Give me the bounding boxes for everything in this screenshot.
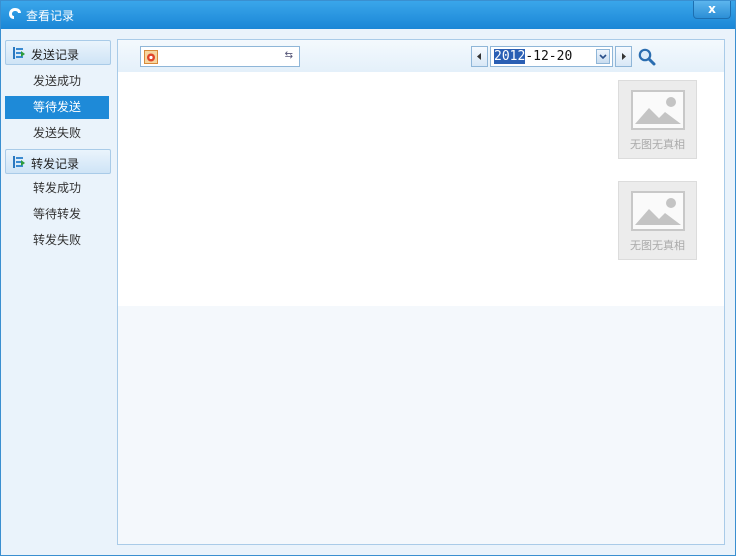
date-dropdown-button[interactable] <box>596 49 610 64</box>
date-value[interactable]: 2012-12-20 <box>494 49 572 64</box>
chevron-down-icon <box>599 54 607 60</box>
placeholder-caption: 无图无真相 <box>630 138 685 151</box>
title-bar[interactable]: 查看记录 x <box>1 1 735 29</box>
right-arrow-icon <box>622 53 626 60</box>
records-panel: ⇆ 2012-12-20 无图无真相 无图无真相 <box>117 39 725 545</box>
date-month-day: -12-20 <box>525 49 573 64</box>
date-year-selection: 2012 <box>494 49 526 64</box>
group-header-forwarded[interactable]: 转发记录 <box>5 149 111 174</box>
view-records-window: 查看记录 x 发送记录 发送成功 等待发送 发送失败 转发记录 转发成功 等待转… <box>0 0 736 556</box>
contact-combobox[interactable]: ⇆ <box>140 46 300 67</box>
image-placeholder-icon <box>631 191 685 231</box>
sidebar-item-send-success[interactable]: 发送成功 <box>5 70 109 93</box>
left-arrow-icon <box>477 53 481 60</box>
group-label-sent: 发送记录 <box>31 48 80 62</box>
contact-icon <box>144 50 158 64</box>
app-logo-icon <box>9 8 21 19</box>
group-header-sent[interactable]: 发送记录 <box>5 40 111 65</box>
swap-arrows-icon[interactable]: ⇆ <box>285 50 293 61</box>
no-image-placeholder: 无图无真相 <box>618 181 697 260</box>
date-picker[interactable]: 2012-12-20 <box>490 46 613 67</box>
record-list-icon <box>13 47 25 59</box>
records-empty-area <box>118 306 724 544</box>
previous-date-button[interactable] <box>471 46 488 67</box>
next-date-button[interactable] <box>615 46 632 67</box>
sidebar-item-pending-send[interactable]: 等待发送 <box>5 96 109 119</box>
sidebar-item-forward-success[interactable]: 转发成功 <box>5 177 109 200</box>
search-icon[interactable] <box>637 47 657 67</box>
placeholder-caption: 无图无真相 <box>630 239 685 252</box>
image-placeholder-icon <box>631 90 685 130</box>
no-image-placeholder: 无图无真相 <box>618 80 697 159</box>
record-list-icon <box>13 156 25 168</box>
group-label-forwarded: 转发记录 <box>31 157 80 171</box>
sidebar-item-pending-forward[interactable]: 等待转发 <box>5 203 109 226</box>
sidebar: 发送记录 发送成功 等待发送 发送失败 转发记录 转发成功 等待转发 转发失败 <box>1 35 115 555</box>
close-button[interactable]: x <box>693 1 731 19</box>
window-title: 查看记录 <box>26 9 75 23</box>
sidebar-item-send-failed[interactable]: 发送失败 <box>5 122 109 145</box>
sidebar-item-forward-failed[interactable]: 转发失败 <box>5 229 109 252</box>
toolbar: ⇆ 2012-12-20 <box>118 40 724 72</box>
